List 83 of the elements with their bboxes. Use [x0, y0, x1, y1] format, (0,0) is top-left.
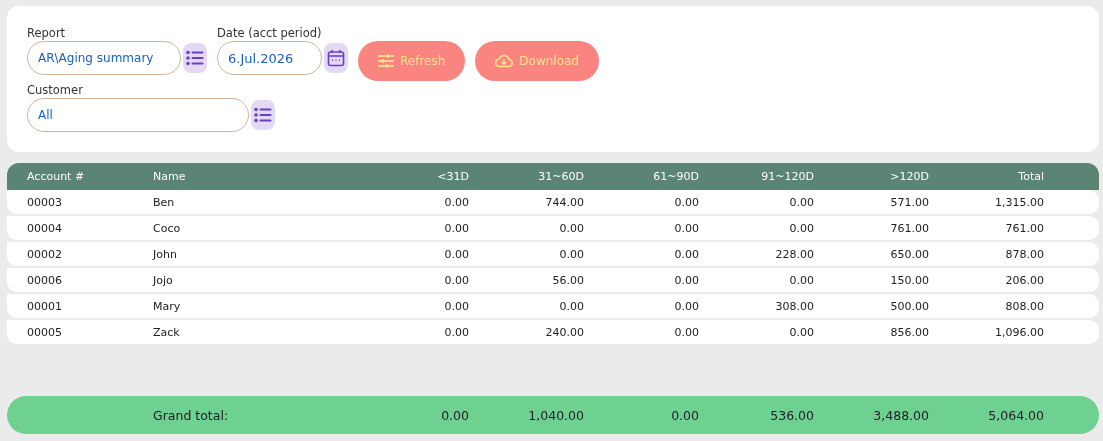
field-label: Report [27, 26, 67, 40]
table-cell-text: 0.00 [788, 195, 814, 209]
calendar-button[interactable] [324, 43, 348, 73]
column-header: <31D [436, 170, 469, 183]
list-icon [254, 107, 272, 123]
table-cell-text: 0.00 [443, 195, 469, 209]
table-cell-text: Coco [153, 221, 182, 235]
grand-total-label: Grand total: [153, 407, 230, 423]
date-field[interactable]: 6.Jul.2026 [217, 41, 322, 75]
total-value: 1,040.00 [527, 407, 584, 423]
table-cell-text: 0.00 [788, 273, 814, 287]
table-cell-text: 00004 [27, 221, 63, 235]
table-cell-text: 856.00 [889, 325, 929, 339]
table-cell-text: 808.00 [1004, 299, 1044, 313]
cloud-download-icon [495, 54, 514, 68]
table-cell-text: 00006 [27, 273, 63, 287]
column-header: 31~60D [537, 170, 584, 183]
table-row[interactable]: 00004 Coco 0.00 0.00 0.00 0.00 761.00 761.00 [7, 216, 1099, 240]
table-cell-text: 1,096.00 [994, 325, 1044, 339]
column-header: Total [1017, 170, 1044, 183]
table-cell-text: 206.00 [1004, 273, 1044, 287]
table-cell-text: John [153, 247, 178, 261]
table-cell-text: 00001 [27, 299, 63, 313]
table-cell-text: 0.00 [558, 299, 584, 313]
list-button[interactable] [251, 100, 275, 130]
table-cell-text: Mary [153, 299, 182, 313]
table-cell-text: 0.00 [443, 273, 469, 287]
column-header: >120D [889, 170, 929, 183]
table-cell-text: 744.00 [544, 195, 584, 209]
table-cell-text: 0.00 [673, 247, 699, 261]
table-cell-text: 56.00 [551, 273, 584, 287]
table-cell-text: 240.00 [544, 325, 584, 339]
table-cell-text: 0.00 [443, 325, 469, 339]
column-header: 61~90D [652, 170, 699, 183]
column-header: Account # [27, 170, 86, 183]
table-cell-text: 150.00 [889, 273, 929, 287]
column-header: Name [153, 170, 187, 183]
table-cell-text: 0.00 [443, 221, 469, 235]
table-cell-text: 00002 [27, 247, 63, 261]
table-cell-text: 0.00 [558, 221, 584, 235]
table-cell-text: 0.00 [673, 195, 699, 209]
calendar-icon [327, 49, 345, 67]
table-cell-text: Jojo [153, 273, 174, 287]
table-row[interactable]: 00005 Zack 0.00 240.00 0.00 0.00 856.00 1,096.00 [7, 320, 1099, 344]
table-cell-text: 00003 [27, 195, 63, 209]
table-cell-text: 1,315.00 [994, 195, 1044, 209]
table-cell-text: 0.00 [673, 221, 699, 235]
total-value: 536.00 [769, 407, 814, 423]
table-cell-text: 228.00 [774, 247, 814, 261]
report-field[interactable]: AR\Aging summary [27, 41, 181, 75]
table-cell-text: 0.00 [788, 221, 814, 235]
table-cell-text: 761.00 [1004, 221, 1044, 235]
table-cell-text: 878.00 [1004, 247, 1044, 261]
customer-field[interactable]: All [27, 98, 249, 132]
table-cell-text: 0.00 [443, 299, 469, 313]
table-cell-text: Zack [153, 325, 181, 339]
table-row[interactable]: 00002 John 0.00 0.00 0.00 228.00 650.00 878.00 [7, 242, 1099, 266]
table-row[interactable]: 00006 Jojo 0.00 56.00 0.00 0.00 150.00 206.00 [7, 268, 1099, 292]
table-cell-text: 650.00 [889, 247, 929, 261]
table-row[interactable]: 00003 Ben 0.00 744.00 0.00 0.00 571.00 1,315.00 [7, 190, 1099, 214]
total-value: 0.00 [440, 407, 469, 423]
field-label: Customer [27, 83, 84, 97]
field-label: Date (acct period) [217, 26, 323, 40]
table-cell-text: 571.00 [889, 195, 929, 209]
total-value: 5,064.00 [987, 407, 1044, 423]
total-value: 0.00 [670, 407, 699, 423]
table-cell-text: 500.00 [889, 299, 929, 313]
table-cell-text: 308.00 [774, 299, 814, 313]
table-row[interactable]: 00001 Mary 0.00 0.00 0.00 308.00 500.00 808.00 [7, 294, 1099, 318]
table-cell-text: 0.00 [788, 325, 814, 339]
table-cell-text: 0.00 [673, 273, 699, 287]
list-button[interactable] [183, 43, 207, 73]
column-header: 91~120D [760, 170, 814, 183]
table-cell-text: 761.00 [889, 221, 929, 235]
table-cell-text: Ben [153, 195, 176, 209]
table-cell-text: 0.00 [443, 247, 469, 261]
total-value: 3,488.00 [872, 407, 929, 423]
sliders-icon [378, 54, 394, 68]
table-cell-text: 0.00 [558, 247, 584, 261]
table-cell-text: 0.00 [673, 299, 699, 313]
list-icon [186, 50, 204, 66]
table-cell-text: 00005 [27, 325, 63, 339]
table-cell-text: 0.00 [673, 325, 699, 339]
